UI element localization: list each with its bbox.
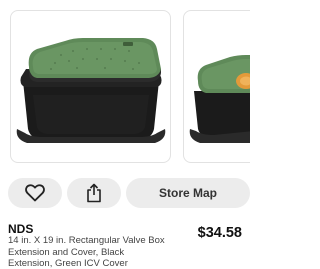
- valve-box-image-alt: [189, 55, 250, 143]
- valve-box-image: [16, 38, 166, 143]
- store-map-button[interactable]: Store Map: [126, 178, 250, 208]
- favorite-button[interactable]: [8, 178, 62, 208]
- product-detail-page: Store Map NDS 14 in. X 19 in. Rectangula…: [0, 0, 250, 269]
- product-brand: NDS: [8, 222, 34, 236]
- share-icon: [87, 183, 101, 203]
- product-image-card-next[interactable]: [183, 10, 250, 163]
- product-image-carousel[interactable]: [0, 0, 250, 170]
- product-price: $34.58: [197, 225, 242, 241]
- heart-icon: [25, 184, 45, 202]
- store-map-label: Store Map: [158, 186, 217, 200]
- action-bar: Store Map: [8, 178, 250, 208]
- share-button[interactable]: [67, 178, 121, 208]
- product-description[interactable]: 14 in. X 19 in. Rectangular Valve Box Ex…: [8, 235, 170, 269]
- product-image-card[interactable]: [10, 10, 171, 163]
